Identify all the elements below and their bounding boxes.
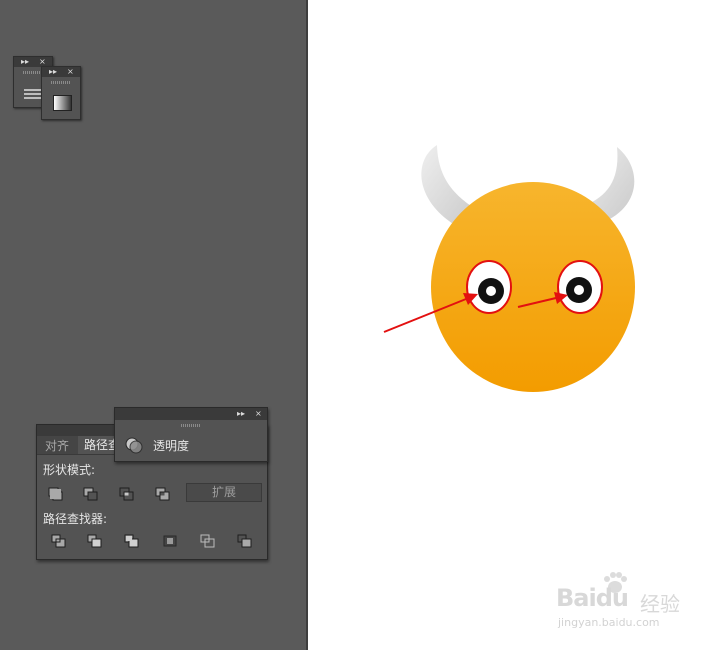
- watermark-brand: Baidu: [556, 584, 629, 612]
- face-shape[interactable]: [431, 182, 635, 392]
- bull-face-artwork[interactable]: [0, 0, 722, 650]
- left-eye[interactable]: [466, 260, 512, 314]
- right-eye[interactable]: [557, 260, 603, 314]
- watermark-product: 经验: [640, 592, 680, 616]
- baidu-watermark: Baidu 经验 jingyan.baidu.com: [556, 570, 716, 640]
- watermark-url: jingyan.baidu.com: [558, 616, 660, 629]
